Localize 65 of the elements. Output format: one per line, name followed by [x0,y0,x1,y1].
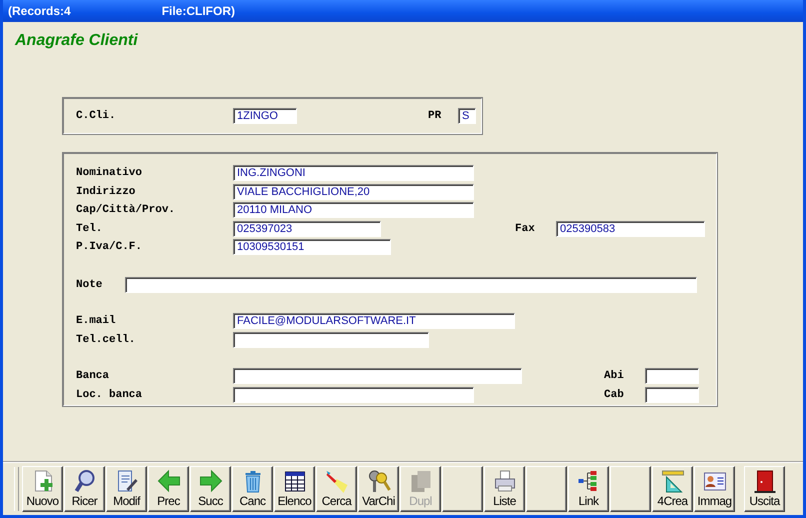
field-label: Banca [76,370,110,382]
input-field[interactable]: S [458,108,476,124]
hierarchy-icon [578,471,596,491]
input-field[interactable] [233,332,429,348]
field-label: C.Cli. [76,110,117,122]
toolbar-button[interactable]: Uscita [744,466,785,512]
toolbar-button[interactable]: Modif [106,466,147,512]
input-field[interactable]: FACILE@MODULARSOFTWARE.IT [233,313,515,330]
toolbar-button[interactable]: Cerca [316,466,357,512]
page-heading: Anagrafe Clienti [15,32,139,50]
input-field[interactable] [233,368,522,384]
magnifier-icon [74,470,94,492]
set-square-icon [662,470,684,492]
field-label: Abi [604,370,625,382]
new-document-icon [34,470,52,492]
window-title: (Records:4 [8,4,71,18]
toolbar-button[interactable]: 4Crea [652,466,693,512]
input-field[interactable]: 1ZINGO [233,108,297,124]
field-label: Nominativo [76,167,144,180]
contact-card-icon [704,472,726,490]
table-icon [284,472,304,492]
toolbar-button[interactable]: Liste [484,466,525,512]
input-field[interactable]: 025397023 [233,220,381,237]
field-label: Cab [604,388,625,401]
field-label: Indirizzo [76,186,136,198]
edit-document-icon [118,470,137,492]
flashlight-icon [326,471,347,493]
keys-icon [368,470,390,492]
toolbar-button[interactable]: Elenco [274,466,315,512]
input-field[interactable] [125,276,697,293]
field-label: Cap/Città/Prov. [76,204,176,216]
right-arrow-icon [200,470,222,492]
duplicate-icon [411,471,430,492]
field-label: Loc. banca [76,388,144,401]
empty-button[interactable] [610,466,651,512]
printer-icon [494,470,514,492]
toolbar-button[interactable]: Immag [694,466,735,512]
toolbar-button[interactable]: Canc [232,466,273,512]
field-label: Tel.cell. [76,334,136,346]
input-field[interactable]: ING.ZINGONI [233,165,474,182]
trash-icon [244,471,261,492]
field-label: PR [428,110,442,122]
input-field[interactable] [233,386,474,403]
window-title: File:CLIFOR) [162,4,236,18]
field-label: P.Iva/C.F. [76,241,144,254]
left-arrow-icon [157,470,180,492]
toolbar-button[interactable]: Prec [148,466,189,512]
input-field[interactable]: 10309530151 [233,239,391,256]
toolbar-button[interactable]: Succ [190,466,231,512]
empty-button[interactable] [526,466,567,512]
field-label: E.mail [76,315,117,328]
input-field[interactable]: 20110 MILANO [233,202,474,218]
input-field[interactable]: VIALE BACCHIGLIONE,20 [233,184,474,200]
empty-button[interactable] [442,466,483,512]
input-field[interactable] [645,386,699,403]
field-label: Tel. [76,222,104,235]
input-field[interactable]: 025390583 [556,220,705,237]
door-icon [754,470,775,493]
toolbar-button[interactable]: VarChi [358,466,399,512]
toolbar-button[interactable]: Ricer [64,466,105,512]
field-label: Fax [515,222,536,235]
toolbar-button[interactable]: Link [568,466,609,512]
field-label: Note [76,278,104,291]
toolbar-button[interactable]: Nuovo [22,466,63,512]
input-field[interactable] [645,368,699,384]
